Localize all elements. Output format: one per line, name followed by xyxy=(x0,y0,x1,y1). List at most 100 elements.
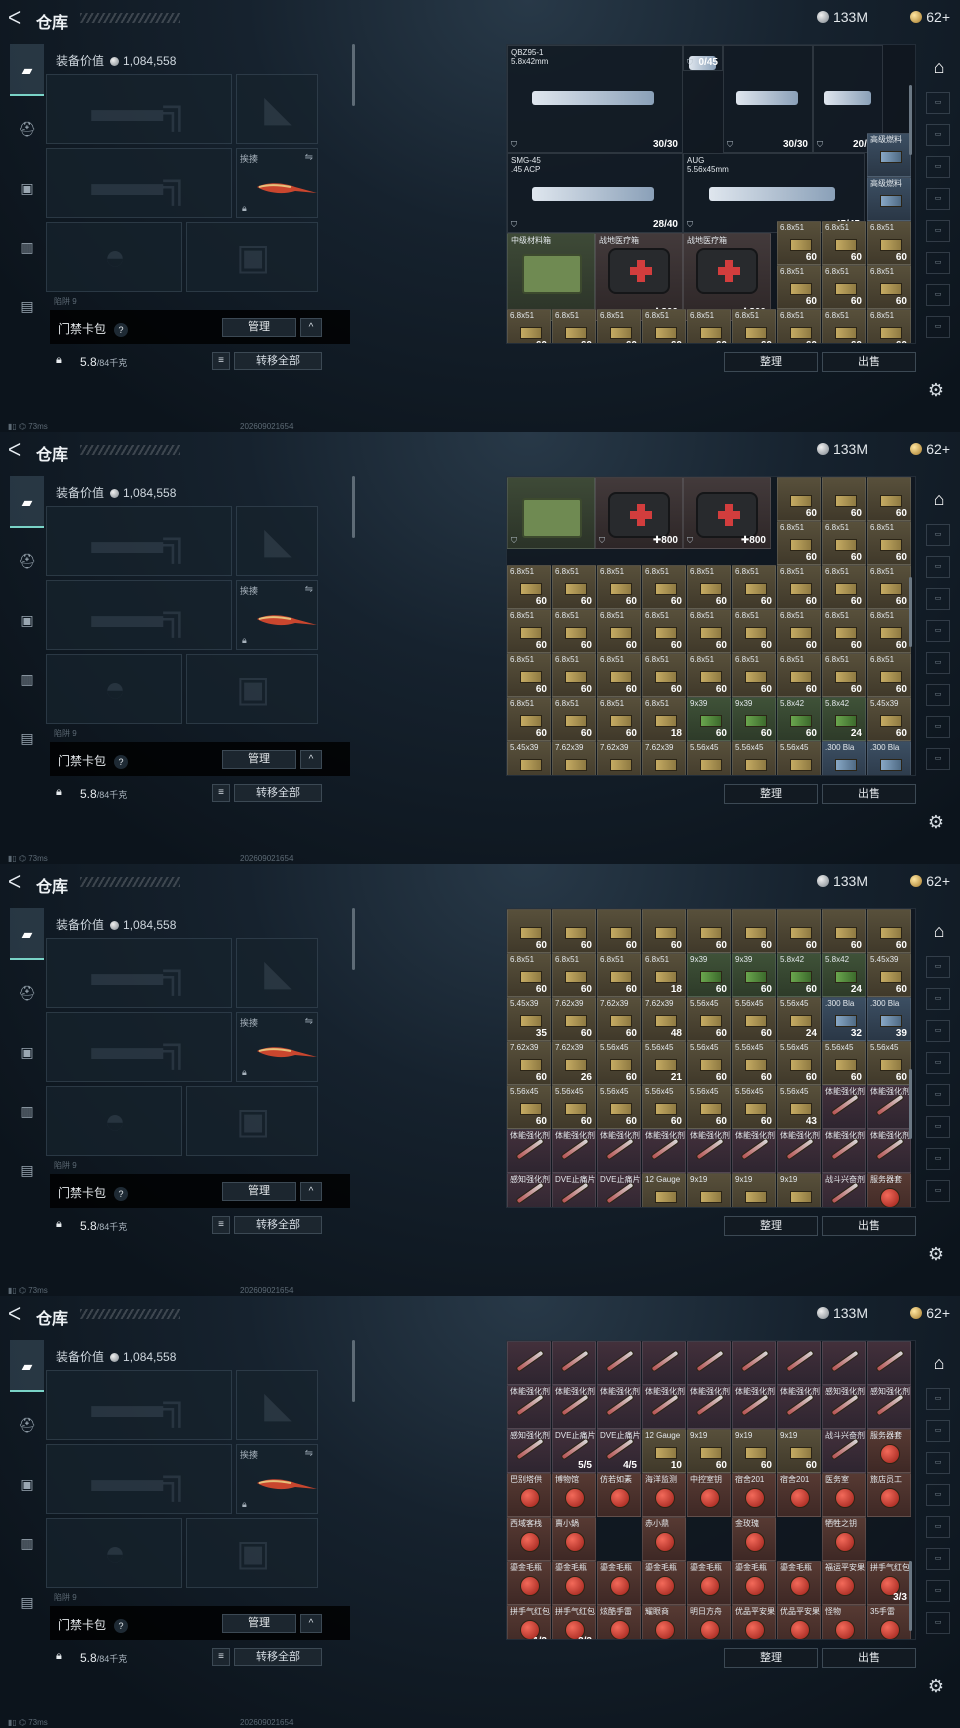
backpack-tab[interactable]: ▥ xyxy=(10,1085,44,1137)
storage-item[interactable]: 60 xyxy=(732,909,776,953)
storage-item[interactable]: 体能强化剂 xyxy=(777,1385,821,1429)
storage-item[interactable]: 6.8x51 60 xyxy=(552,309,596,343)
storage-item[interactable]: 5.8x42 60 xyxy=(777,953,821,997)
storage-item[interactable]: 6.8x51 60 xyxy=(597,609,641,653)
secondary-weapon-slot[interactable]: ▬▬╗ xyxy=(46,148,232,218)
back-icon[interactable]: ᐸ xyxy=(8,8,28,28)
collapse-button[interactable]: ^ xyxy=(300,318,322,337)
storage-item[interactable]: 旅店员工 xyxy=(867,1473,911,1517)
storage-tab[interactable]: ▭ xyxy=(926,1580,950,1602)
storage-item[interactable]: 6.8x51 60 xyxy=(642,565,686,609)
storage-item[interactable]: 9x19 60 xyxy=(777,1429,821,1473)
storage-item[interactable]: 鎏金毛瓶 xyxy=(507,1561,551,1605)
storage-item[interactable]: 6.8x51 60 xyxy=(687,565,731,609)
storage-item[interactable]: 高级燃料 xyxy=(867,177,911,221)
storage-item[interactable]: 体能强化剂 xyxy=(597,1129,641,1173)
storage-item[interactable]: 6.8x51 60 xyxy=(597,953,641,997)
storage-item[interactable]: 鎏金毛瓶 xyxy=(687,1561,731,1605)
storage-tab[interactable]: ▭ xyxy=(926,1420,950,1442)
storage-item[interactable]: 6.8x51 60 xyxy=(822,609,866,653)
storage-item[interactable]: 耀眼商 xyxy=(642,1605,686,1639)
storage-item[interactable]: 60 xyxy=(597,909,641,953)
armor-slot[interactable]: ▣ xyxy=(186,1518,318,1588)
rig-tab[interactable]: ▣ xyxy=(10,1026,44,1078)
storage-item[interactable]: 5.56x45 xyxy=(687,741,731,775)
storage-item[interactable]: 9x39 60 xyxy=(687,697,731,741)
manage-button[interactable]: 管理 xyxy=(222,1614,296,1633)
swap-icon[interactable]: ⇋ xyxy=(305,584,313,595)
storage-item[interactable] xyxy=(642,1341,686,1385)
back-icon[interactable]: ᐸ xyxy=(8,872,28,892)
weapon-item[interactable]: 30/30 ⛉ xyxy=(723,45,813,153)
storage-item[interactable]: 拼手气红包 3/3 xyxy=(552,1605,596,1639)
storage-item[interactable]: 体能强化剂 xyxy=(552,1385,596,1429)
storage-item[interactable]: 6.8x51 60 xyxy=(822,653,866,697)
storage-item[interactable]: .300 Bla 32 xyxy=(822,997,866,1041)
sort-button[interactable]: 整理 xyxy=(724,784,818,804)
storage-item[interactable]: 7.62x39 26 xyxy=(552,1041,596,1085)
storage-item[interactable]: 6.8x51 60 xyxy=(867,521,911,565)
transfer-all-button[interactable]: 转移全部 xyxy=(234,1648,322,1666)
sort-button[interactable]: 整理 xyxy=(724,1216,818,1236)
storage-item[interactable]: 6.8x51 60 xyxy=(867,265,911,309)
storage-item[interactable]: 6.8x51 60 xyxy=(732,653,776,697)
storage-item[interactable]: 7.62x39 60 xyxy=(597,997,641,1041)
storage-item[interactable]: 6.8x51 60 xyxy=(777,609,821,653)
storage-item[interactable]: 5.56x45 60 xyxy=(552,1085,596,1129)
storage-home-icon[interactable]: ⌂ xyxy=(922,482,956,516)
storage-item[interactable]: 5.8x42 24 xyxy=(822,953,866,997)
storage-item[interactable]: 明日方舟 xyxy=(687,1605,731,1639)
swap-icon[interactable]: ⇋ xyxy=(305,152,313,163)
melee-slot[interactable]: 挨揍 ⇋ 🔒︎ xyxy=(236,1444,318,1514)
storage-item[interactable]: 60 xyxy=(642,909,686,953)
storage-item[interactable]: 体能强化剂 xyxy=(642,1385,686,1429)
weapon-item[interactable]: QBZ95-1 5.8x42mm 30/30 ⛉ xyxy=(507,45,683,153)
storage-item[interactable]: 5.56x45 24 xyxy=(777,997,821,1041)
storage-item[interactable]: 6.8x51 60 xyxy=(597,697,641,741)
rig-tab[interactable]: ▣ xyxy=(10,594,44,646)
storage-tab[interactable]: ▭ xyxy=(926,1452,950,1474)
storage-tab[interactable]: ▭ xyxy=(926,1548,950,1570)
storage-tab[interactable]: ▭ xyxy=(926,1116,950,1138)
storage-item[interactable] xyxy=(732,1341,776,1385)
storage-tab[interactable]: ▭ xyxy=(926,124,950,146)
weapon-item[interactable]: 0/45 ⛉ xyxy=(683,45,723,71)
storage-item[interactable]: 60 xyxy=(507,909,551,953)
storage-item[interactable]: 6.8x51 60 xyxy=(867,609,911,653)
storage-item[interactable]: 牺牲之钥 xyxy=(822,1517,866,1561)
melee-slot[interactable]: 挨揍 ⇋ 🔒︎ xyxy=(236,148,318,218)
storage-item[interactable]: 5.56x45 60 xyxy=(597,1085,641,1129)
secondary-weapon-slot[interactable]: ▬▬╗ xyxy=(46,1444,232,1514)
storage-tab[interactable]: ▭ xyxy=(926,524,950,546)
storage-item[interactable]: 6.8x51 60 xyxy=(507,953,551,997)
sort-button[interactable]: 整理 xyxy=(724,1648,818,1668)
storage-tab[interactable]: ▭ xyxy=(926,1052,950,1074)
storage-tab[interactable]: ▭ xyxy=(926,1484,950,1506)
storage-tab[interactable]: ▭ xyxy=(926,620,950,642)
storage-item[interactable]: 战斗兴奋剂 xyxy=(822,1429,866,1473)
storage-item[interactable] xyxy=(867,1341,911,1385)
storage-item[interactable]: 9x19 xyxy=(777,1173,821,1207)
storage-item[interactable]: 7.62x39 xyxy=(597,741,641,775)
storage-item[interactable]: 体能强化剂 xyxy=(867,1129,911,1173)
storage-item[interactable]: 炫酷手雷 xyxy=(597,1605,641,1639)
storage-item[interactable]: 賣小鍋 xyxy=(552,1517,596,1561)
storage-item[interactable]: 体能强化剂 xyxy=(687,1385,731,1429)
storage-item[interactable]: 6.8x51 60 xyxy=(597,653,641,697)
storage-item[interactable]: 5.56x45 60 xyxy=(642,1085,686,1129)
storage-item[interactable]: 5.56x45 60 xyxy=(732,997,776,1041)
storage-scrollbar[interactable] xyxy=(909,85,912,155)
storage-item[interactable]: 5.56x45 60 xyxy=(687,997,731,1041)
gun-tab[interactable]: ▰ xyxy=(10,908,44,960)
storage-tab[interactable]: ▭ xyxy=(926,684,950,706)
transfer-all-button[interactable]: 转移全部 xyxy=(234,1216,322,1234)
storage-item[interactable]: 6.8x51 60 xyxy=(552,953,596,997)
loadout-scrollbar[interactable] xyxy=(352,44,355,106)
storage-item[interactable]: 5.56x45 43 xyxy=(777,1085,821,1129)
storage-item[interactable]: 鎏金毛瓶 xyxy=(552,1561,596,1605)
storage-item[interactable]: 6.8x51 60 xyxy=(777,653,821,697)
storage-item[interactable]: 60 xyxy=(687,909,731,953)
storage-item[interactable]: .300 Bla 39 xyxy=(867,997,911,1041)
storage-item[interactable]: 6.8x51 60 xyxy=(642,609,686,653)
storage-item[interactable]: 西域客栈 xyxy=(507,1517,551,1561)
